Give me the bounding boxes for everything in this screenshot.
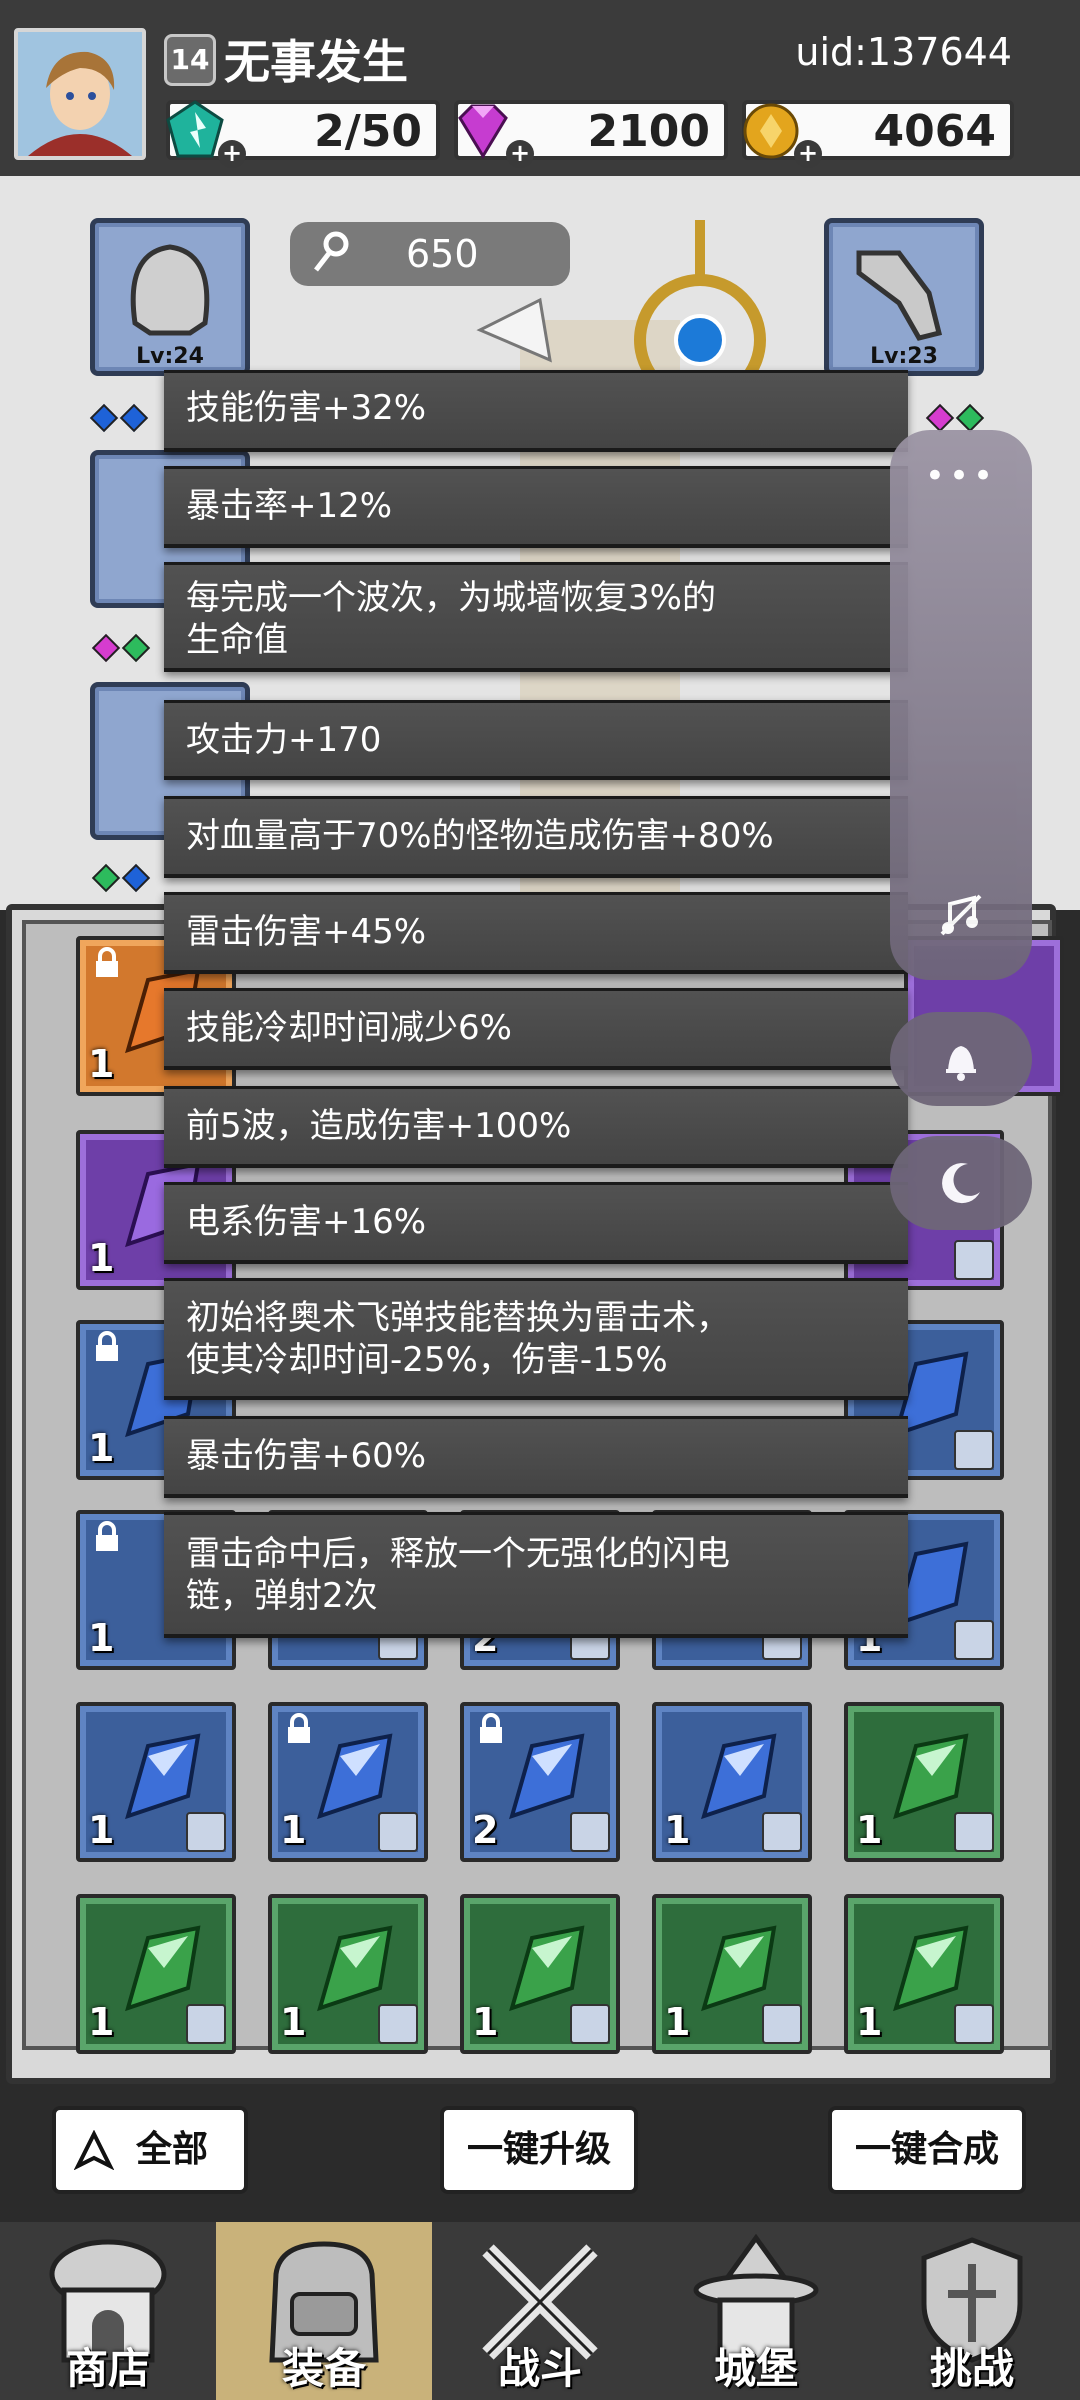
stat-line: 每完成一个波次，为城墙恢复3%的 生命值 [164, 562, 908, 672]
ring-type-icon [954, 2004, 994, 2044]
nav-tab-label: 城堡 [713, 2344, 798, 2393]
coin-counter[interactable]: + 4064 [742, 100, 1014, 168]
inventory-item[interactable]: 1 [268, 1894, 428, 2054]
item-count: 1 [88, 1426, 115, 1470]
stat-line: 技能伤害+32% [164, 370, 908, 452]
ring-type-icon [378, 1812, 418, 1852]
stat-line: 暴击伤害+60% [164, 1416, 908, 1498]
item-count: 1 [472, 2000, 499, 2044]
nav-tab-equipment[interactable]: 装备 [216, 2222, 432, 2400]
stat-line: 暴击率+12% [164, 466, 908, 548]
item-count: 1 [88, 1808, 115, 1852]
triangle-filter-icon [74, 2130, 114, 2170]
upgrade-all-button[interactable]: 一键升级 [440, 2106, 638, 2194]
filter-all-label: 全部 [136, 2129, 209, 2170]
inventory-item[interactable]: 1 [76, 1894, 236, 2054]
bottom-navigation: 商店 装备 战斗 城堡 挑战 [0, 2222, 1080, 2400]
gauntlet-icon [856, 250, 943, 341]
stat-line: 雷击命中后，释放一个无强化的闪电 链，弹射2次 [164, 1512, 908, 1638]
key-icon [314, 231, 349, 272]
lock-icon [96, 1521, 118, 1551]
inventory-item[interactable]: 1 [844, 1894, 1004, 2054]
boots-type-icon [570, 2004, 610, 2044]
stat-line: 技能冷却时间减少6% [164, 988, 908, 1070]
ring-type-icon [186, 1812, 226, 1852]
item-count: 1 [280, 1808, 307, 1852]
energy-add-icon[interactable]: + [218, 140, 246, 168]
more-options-icon[interactable]: ••• [890, 456, 1032, 496]
item-count: 1 [88, 1616, 115, 1660]
gem-add-icon[interactable]: + [506, 140, 534, 168]
nav-tab-label: 挑战 [929, 2344, 1014, 2393]
moon-icon [942, 1163, 980, 1204]
helmet-icon [130, 244, 210, 336]
player-avatar[interactable] [14, 28, 146, 160]
inventory-item[interactable]: 1 [844, 1702, 1004, 1862]
top-bar: 14 无事发生 uid:137644 + 2/50 + 2100 + 4064 [0, 0, 1080, 176]
stat-line: 攻击力+170 [164, 700, 908, 780]
item-count: 1 [664, 2000, 691, 2044]
gem-value: 2100 [587, 106, 710, 157]
equip-slot-helmet[interactable]: Lv:24 [90, 218, 250, 376]
item-count: 1 [856, 2000, 883, 2044]
inventory-item[interactable]: 1 [76, 1702, 236, 1862]
floating-side-panel[interactable]: ••• [890, 430, 1032, 980]
player-level-badge: 14 [164, 34, 216, 86]
merge-all-button[interactable]: 一键合成 [828, 2106, 1026, 2194]
stat-line: 前5波，造成伤害+100% [164, 1086, 908, 1168]
stat-line: 初始将奥术飞弹技能替换为雷击术， 使其冷却时间-25%，伤害-15% [164, 1278, 908, 1400]
filter-all-button[interactable]: 全部 [52, 2106, 248, 2194]
inventory-item[interactable]: 1 [460, 1894, 620, 2054]
inventory-item[interactable]: 2 [460, 1702, 620, 1862]
amulet-type-icon [954, 1812, 994, 1852]
nav-tab-battle[interactable]: 战斗 [432, 2222, 648, 2400]
nav-tab-challenge[interactable]: 挑战 [864, 2222, 1080, 2400]
equip-slot-weapon[interactable]: Lv:23 [824, 218, 984, 376]
night-mode-button[interactable] [890, 1136, 1032, 1230]
equip-slot-level: Lv:24 [136, 344, 204, 369]
key-counter: 650 [290, 222, 570, 286]
inventory-item[interactable]: 1 [652, 1894, 812, 2054]
boots-type-icon [954, 1430, 994, 1470]
key-value: 650 [406, 232, 479, 276]
item-count: 2 [472, 1808, 499, 1852]
item-count: 1 [88, 2000, 115, 2044]
nav-tab-label: 商店 [65, 2344, 150, 2393]
amulet-type-icon [186, 2004, 226, 2044]
bell-icon [946, 1046, 976, 1081]
item-count: 1 [856, 1808, 883, 1852]
gem-counter[interactable]: + 2100 [454, 100, 728, 168]
stat-line: 电系伤害+16% [164, 1182, 908, 1264]
nav-tab-shop[interactable]: 商店 [0, 2222, 216, 2400]
item-count: 1 [280, 2000, 307, 2044]
stat-line: 雷击伤害+45% [164, 892, 908, 974]
nav-tab-castle[interactable]: 城堡 [648, 2222, 864, 2400]
notification-button[interactable] [890, 1012, 1032, 1106]
ring-type-icon [762, 1812, 802, 1852]
avatar-portrait-icon [18, 32, 142, 156]
energy-value: 2/50 [314, 106, 422, 157]
ring-type-icon [954, 1240, 994, 1280]
equip-slot-level: Lv:23 [870, 344, 938, 369]
helmet-type-icon [762, 2004, 802, 2044]
music-off-icon[interactable] [936, 890, 986, 940]
item-count: 1 [664, 1808, 691, 1852]
item-count: 1 [88, 1236, 115, 1280]
player-name: 无事发生 [224, 35, 408, 89]
player-uid: uid:137644 [795, 30, 1012, 74]
nav-tab-label: 战斗 [497, 2344, 582, 2393]
boots-type-icon [378, 2004, 418, 2044]
stat-line: 对血量高于70%的怪物造成伤害+80% [164, 796, 908, 878]
item-count: 1 [88, 1042, 115, 1086]
ring-type-icon [570, 1812, 610, 1852]
inventory-item[interactable]: 1 [268, 1702, 428, 1862]
inventory-item[interactable]: 1 [652, 1702, 812, 1862]
energy-counter[interactable]: + 2/50 [166, 100, 440, 168]
nav-tab-label: 装备 [281, 2344, 366, 2393]
ring-type-icon [954, 1620, 994, 1660]
coin-value: 4064 [873, 106, 996, 157]
coin-add-icon[interactable]: + [794, 140, 822, 168]
